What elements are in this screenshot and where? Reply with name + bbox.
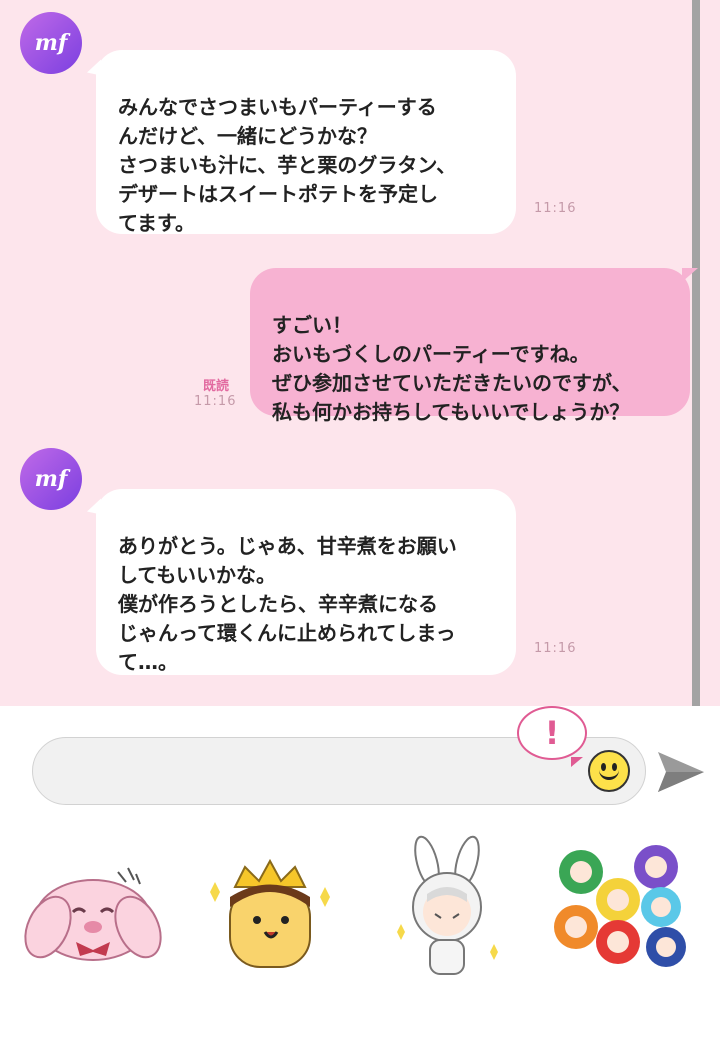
message-time: 11:16 xyxy=(534,641,577,656)
incoming-message[interactable]: ありがとう。じゃあ、甘辛煮をお願い してもいいかな。 僕が作ろうとしたら、辛辛煮… xyxy=(96,489,516,675)
smiley-icon[interactable] xyxy=(588,750,630,792)
scrollbar[interactable] xyxy=(692,0,700,706)
alert-icon: ! xyxy=(517,706,587,767)
message-text: みんなでさつまいもパーティーする んだけど、一緒にどうかな？ さつまいも汁に、芋… xyxy=(118,95,457,235)
avatar-label: mf xyxy=(34,30,68,56)
outgoing-message[interactable]: すごい！ おいもづくしのパーティーですね。 ぜひ参加させていただきたいのですが、… xyxy=(250,268,698,424)
read-receipt: 既読 xyxy=(203,379,230,394)
message-time: 11:16 xyxy=(534,201,577,216)
bunny-hood-boy-sticker[interactable] xyxy=(372,832,522,982)
pink-bunny-sticker[interactable] xyxy=(18,832,168,982)
alert-symbol: ! xyxy=(544,714,560,752)
crowned-pudding-sticker[interactable] xyxy=(195,832,345,982)
avatar-label: mf xyxy=(34,466,68,492)
message-time: 11:16 xyxy=(194,394,237,409)
chat-area: mf みんなでさつまいもパーティーする んだけど、一緒にどうかな？ さつまいも汁… xyxy=(0,0,720,706)
avatar[interactable]: mf xyxy=(20,12,82,74)
message-text: すごい！ おいもづくしのパーティーですね。 ぜひ参加させていただきたいのですが、… xyxy=(272,313,632,424)
avatar[interactable]: mf xyxy=(20,448,82,510)
colorful-group-sticker[interactable] xyxy=(546,832,696,982)
smiley-mouth xyxy=(599,768,619,780)
send-arrow-icon[interactable] xyxy=(656,748,706,796)
incoming-message[interactable]: みんなでさつまいもパーティーする んだけど、一緒にどうかな？ さつまいも汁に、芋… xyxy=(96,50,516,235)
message-text: ありがとう。じゃあ、甘辛煮をお願い してもいいかな。 僕が作ろうとしたら、辛辛煮… xyxy=(118,534,457,674)
